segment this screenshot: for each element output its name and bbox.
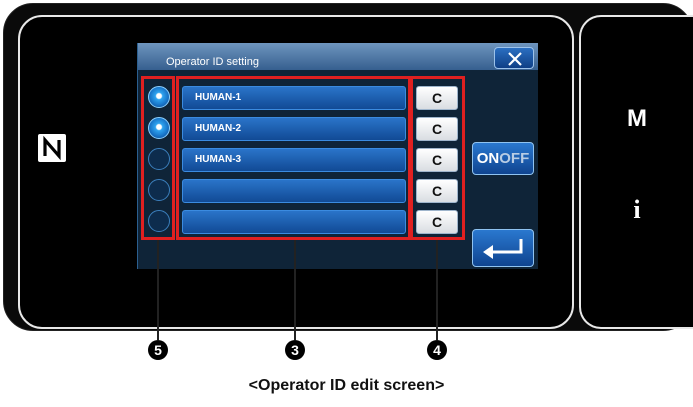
- callout-leader-3: [294, 240, 296, 340]
- callout-leader-4: [436, 240, 438, 340]
- enter-button[interactable]: [472, 229, 534, 267]
- nfc-icon: [38, 134, 66, 162]
- clear-column-highlight: [410, 76, 465, 240]
- callout-number-3: 3: [285, 340, 305, 360]
- toggle-off-label: OFF: [499, 150, 530, 167]
- dialog-title: Operator ID setting: [166, 56, 259, 68]
- callout-number-5: 5: [148, 340, 168, 360]
- name-column-highlight: [176, 76, 411, 240]
- callout-leader-5: [157, 240, 159, 340]
- close-icon: [508, 52, 522, 66]
- toggle-on-label: ON: [476, 150, 500, 167]
- side-panel: M i: [579, 15, 693, 329]
- m-button[interactable]: M: [581, 105, 693, 133]
- callout-number-4: 4: [427, 340, 447, 360]
- info-button[interactable]: i: [581, 195, 693, 225]
- enter-arrow-icon: [483, 239, 523, 259]
- on-off-toggle[interactable]: ONOFF: [472, 142, 534, 175]
- close-button[interactable]: [494, 47, 534, 69]
- figure-caption: <Operator ID edit screen>: [248, 377, 445, 394]
- dialog-titlebar: Operator ID setting: [138, 43, 538, 70]
- radio-column-highlight: [141, 76, 175, 240]
